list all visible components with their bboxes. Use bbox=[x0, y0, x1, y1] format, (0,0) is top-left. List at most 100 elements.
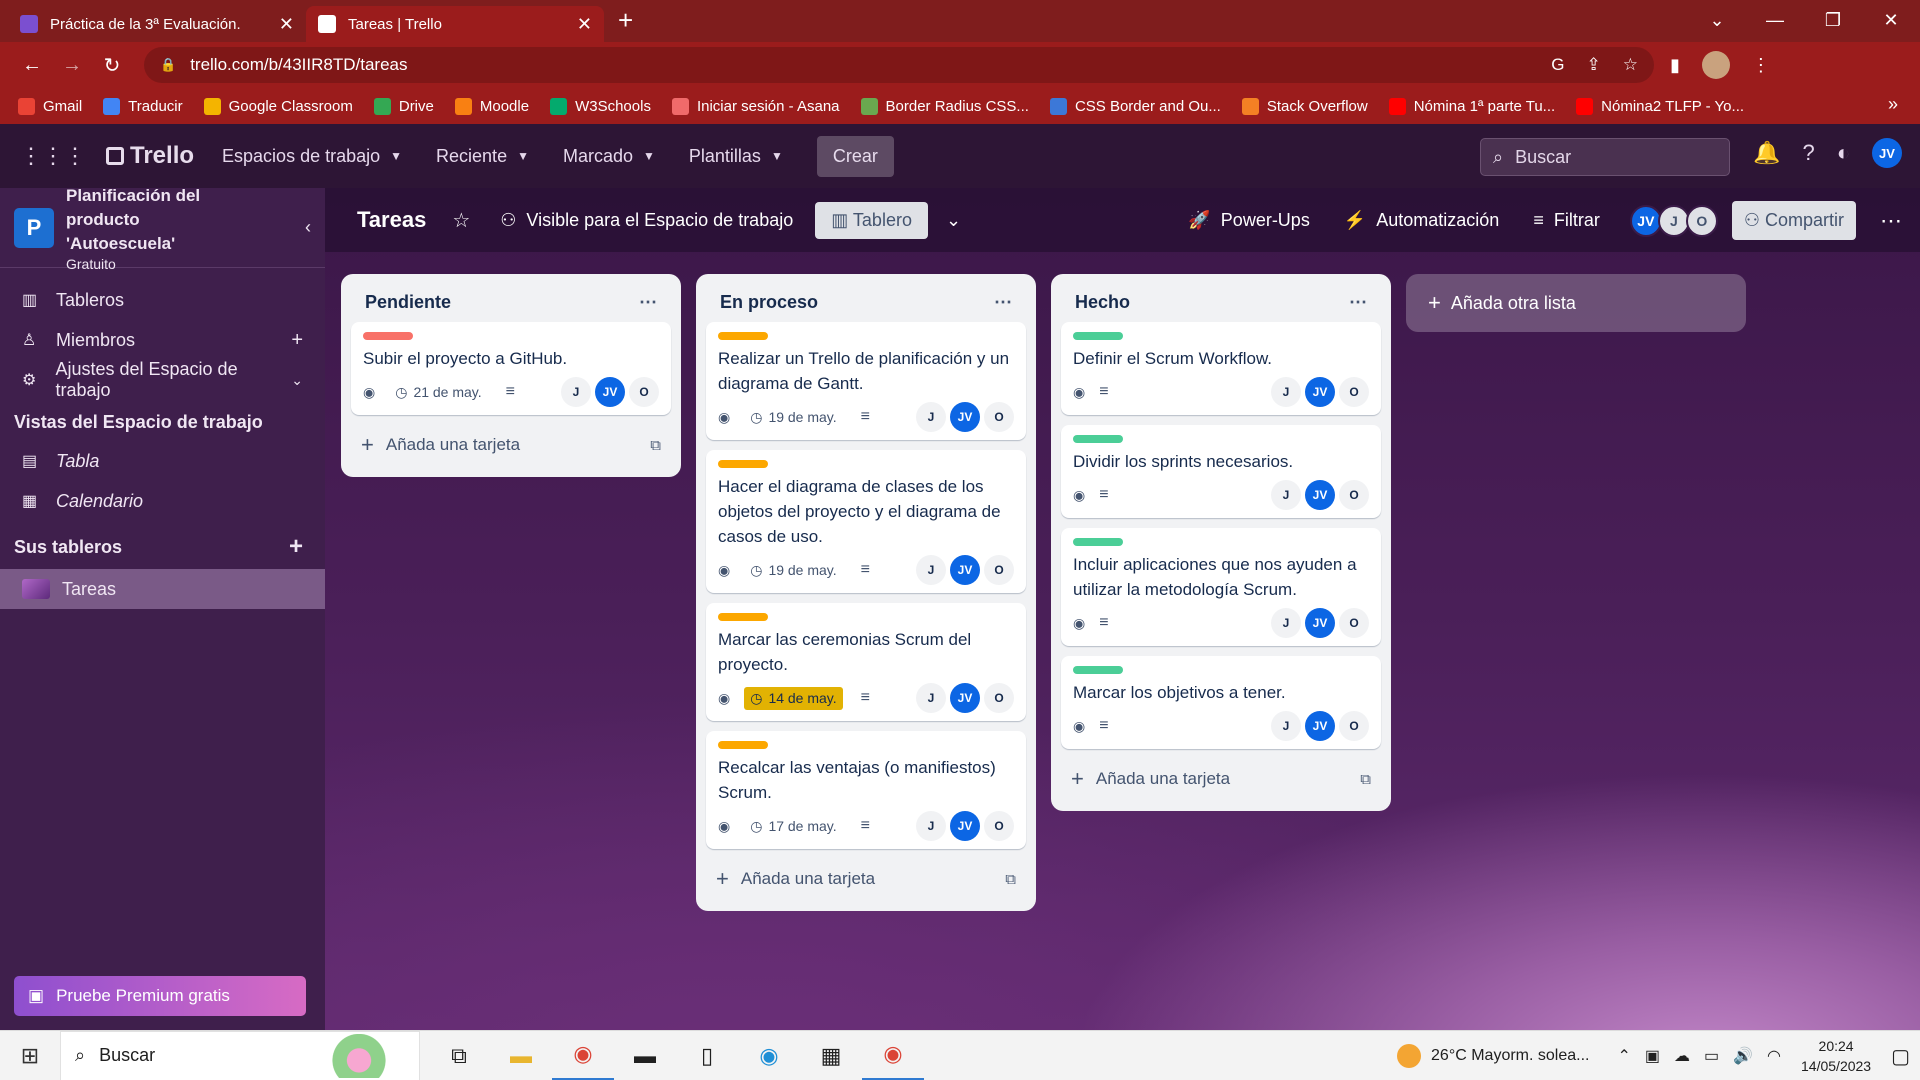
bookmark-item[interactable]: W3Schools bbox=[550, 97, 651, 115]
sidebar-item-table[interactable]: ▤ Tabla bbox=[0, 441, 325, 481]
member-avatar[interactable]: J bbox=[916, 402, 946, 432]
browser-tab-trello[interactable]: Tareas | Trello ✕ bbox=[306, 6, 604, 42]
restore-icon[interactable]: ❐ bbox=[1804, 0, 1862, 42]
card-label[interactable] bbox=[718, 613, 768, 621]
bookmark-item[interactable]: Google Classroom bbox=[203, 97, 353, 115]
sidebar-item-members[interactable]: ♙ Miembros + bbox=[0, 320, 325, 360]
powerups-button[interactable]: 🚀 Power-Ups bbox=[1188, 210, 1309, 231]
collapse-sidebar-icon[interactable]: ‹ bbox=[305, 217, 311, 238]
filter-button[interactable]: ≡ Filtrar bbox=[1533, 210, 1600, 231]
create-button[interactable]: Crear bbox=[816, 135, 894, 177]
member-avatar[interactable]: J bbox=[1271, 608, 1301, 638]
member-avatar[interactable]: J bbox=[561, 377, 591, 407]
wifi-icon[interactable]: ◠ bbox=[1767, 1046, 1781, 1066]
app-switcher-icon[interactable]: ⋮⋮⋮ bbox=[20, 143, 86, 169]
card-label[interactable] bbox=[718, 332, 768, 340]
bookmark-item[interactable]: Nómina2 TLFP - Yo... bbox=[1576, 97, 1744, 115]
bookmark-item[interactable]: Iniciar sesión - Asana bbox=[671, 97, 840, 115]
chevron-up-icon[interactable]: ⌃ bbox=[1617, 1046, 1630, 1066]
member-avatar[interactable]: O bbox=[984, 811, 1014, 841]
more-options-icon[interactable]: ⋯ bbox=[1880, 208, 1902, 234]
taskbar-search[interactable]: ⌕ Buscar bbox=[60, 1030, 420, 1080]
add-board-icon[interactable]: + bbox=[289, 533, 311, 561]
card[interactable]: Incluir aplicaciones que nos ayuden a ut… bbox=[1061, 528, 1381, 646]
member-avatar[interactable]: J bbox=[916, 683, 946, 713]
notifications-icon[interactable]: ▢ bbox=[1891, 1044, 1910, 1069]
add-member-icon[interactable]: + bbox=[291, 329, 303, 352]
share-button[interactable]: ⚇ Compartir bbox=[1731, 201, 1856, 240]
star-icon[interactable]: ☆ bbox=[452, 208, 470, 233]
task-view-icon[interactable]: ⧉ bbox=[428, 1031, 490, 1080]
card-template-icon[interactable]: ⧉ bbox=[1005, 871, 1016, 888]
share-icon[interactable]: ⇪ bbox=[1587, 55, 1601, 75]
member-avatar[interactable]: JV bbox=[950, 811, 980, 841]
calculator-icon[interactable]: ▦ bbox=[800, 1031, 862, 1080]
google-icon[interactable]: G bbox=[1551, 55, 1564, 75]
card[interactable]: Subir el proyecto a GitHub. ◉ ◷ 21 de may. ≡… bbox=[351, 322, 671, 415]
card-label[interactable] bbox=[363, 332, 413, 340]
member-avatar[interactable]: O bbox=[1339, 480, 1369, 510]
menu-templates[interactable]: Plantillas ▼ bbox=[689, 146, 783, 167]
card[interactable]: Recalcar las ventajas (o manifiestos) Sc… bbox=[706, 731, 1026, 849]
chrome-profile-icon[interactable]: ◉ bbox=[862, 1031, 924, 1080]
member-avatar[interactable]: O bbox=[1339, 608, 1369, 638]
member-avatar[interactable]: O bbox=[984, 555, 1014, 585]
sidebar-item-calendar[interactable]: ▦ Calendario bbox=[0, 481, 325, 521]
board-title[interactable]: Tareas bbox=[357, 207, 426, 233]
sidebar-item-settings[interactable]: ⚙ Ajustes del Espacio de trabajo ⌄ bbox=[0, 359, 325, 400]
menu-recent[interactable]: Reciente ▼ bbox=[436, 146, 529, 167]
bookmark-item[interactable]: CSS Border and Ou... bbox=[1049, 97, 1221, 115]
card-label[interactable] bbox=[718, 741, 768, 749]
menu-workspaces[interactable]: Espacios de trabajo ▼ bbox=[222, 146, 402, 167]
bookmark-item[interactable]: Moodle bbox=[454, 97, 529, 115]
member-avatar[interactable]: J bbox=[1271, 377, 1301, 407]
add-card-button[interactable]: + Añada una tarjeta ⧉ bbox=[706, 859, 1026, 899]
omnibox[interactable]: 🔒 trello.com/b/43IIR8TD/tareas G ⇪ ☆ bbox=[144, 47, 1654, 83]
trello-logo[interactable]: Trello bbox=[106, 142, 194, 170]
member-avatar[interactable]: JV bbox=[950, 555, 980, 585]
chevron-down-icon[interactable]: ⌄ bbox=[291, 372, 303, 389]
notifications-icon[interactable]: 🔔 bbox=[1753, 140, 1780, 166]
visibility-button[interactable]: ⚇ Visible para el Espacio de trabajo bbox=[500, 210, 793, 231]
browser-menu-icon[interactable]: ⋮ bbox=[1752, 55, 1770, 76]
member-avatar[interactable]: J bbox=[916, 811, 946, 841]
bookmark-item[interactable]: Drive bbox=[373, 97, 434, 115]
member-avatar[interactable]: J bbox=[916, 555, 946, 585]
add-list-button[interactable]: + Añada otra lista bbox=[1406, 274, 1746, 332]
bookmark-item[interactable]: Nómina 1ª parte Tu... bbox=[1388, 97, 1555, 115]
workspace-name[interactable]: Planificación del producto 'Autoescuela' bbox=[66, 184, 251, 256]
forward-icon[interactable]: → bbox=[52, 54, 92, 77]
bookmark-item[interactable]: Stack Overflow bbox=[1241, 97, 1368, 115]
card-label[interactable] bbox=[1073, 538, 1123, 546]
reload-icon[interactable]: ↻ bbox=[92, 53, 132, 78]
theme-icon[interactable]: ◐ bbox=[1837, 140, 1850, 166]
chrome-icon[interactable]: ◉ bbox=[552, 1031, 614, 1080]
card[interactable]: Realizar un Trello de planificación y un… bbox=[706, 322, 1026, 440]
card-template-icon[interactable]: ⧉ bbox=[650, 437, 661, 454]
member-avatar[interactable]: O bbox=[629, 377, 659, 407]
bookmarks-overflow-icon[interactable]: » bbox=[1888, 94, 1898, 115]
card-template-icon[interactable]: ⧉ bbox=[1360, 771, 1371, 788]
volume-icon[interactable]: 🔊 bbox=[1733, 1046, 1753, 1066]
member-avatar[interactable]: J bbox=[1271, 480, 1301, 510]
views-dropdown-icon[interactable]: ⌄ bbox=[946, 210, 961, 231]
member-avatar[interactable]: O bbox=[984, 402, 1014, 432]
notepad-icon[interactable]: ▯ bbox=[676, 1031, 738, 1080]
back-icon[interactable]: ← bbox=[12, 54, 52, 77]
card[interactable]: Definir el Scrum Workflow. ◉ ≡ J JV O bbox=[1061, 322, 1381, 415]
list-header[interactable]: Hecho ⋯ bbox=[1061, 282, 1381, 322]
member-avatar[interactable]: JV bbox=[595, 377, 625, 407]
card[interactable]: Marcar las ceremonias Scrum del proyecto… bbox=[706, 603, 1026, 721]
member-avatar[interactable]: O bbox=[1339, 711, 1369, 741]
bookmark-item[interactable]: Border Radius CSS... bbox=[860, 97, 1029, 115]
automation-button[interactable]: ⚡ Automatización bbox=[1344, 210, 1500, 231]
minimize-icon[interactable]: — bbox=[1746, 0, 1804, 42]
device-icon[interactable]: ▣ bbox=[1645, 1046, 1660, 1066]
board-view-button[interactable]: ▥ Tablero bbox=[815, 201, 928, 239]
card[interactable]: Dividir los sprints necesarios. ◉ ≡ J JV O bbox=[1061, 425, 1381, 518]
list-menu-icon[interactable]: ⋯ bbox=[1349, 292, 1367, 313]
user-avatar[interactable]: JV bbox=[1872, 138, 1902, 168]
list-menu-icon[interactable]: ⋯ bbox=[994, 292, 1012, 313]
side-panel-icon[interactable]: ▮ bbox=[1670, 55, 1680, 76]
edge-icon[interactable]: ◉ bbox=[738, 1031, 800, 1080]
